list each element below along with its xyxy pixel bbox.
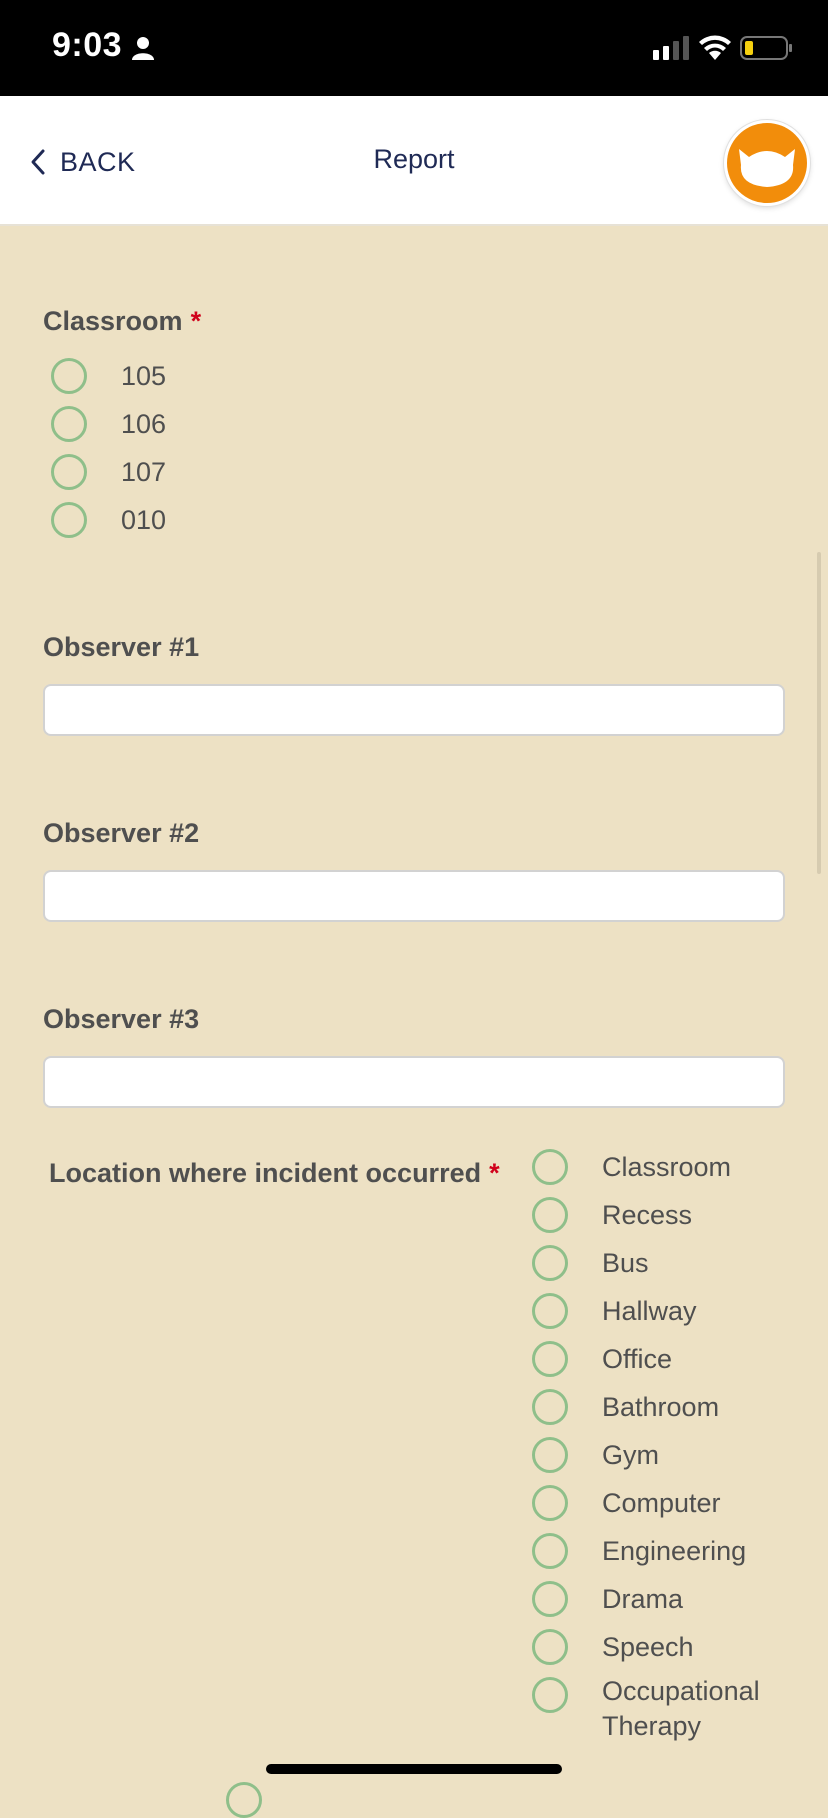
radio-button[interactable] bbox=[532, 1677, 568, 1713]
radio-label: Gym bbox=[602, 1439, 659, 1470]
cat-logo-icon bbox=[739, 149, 795, 187]
page-title: Report bbox=[373, 144, 455, 174]
radio-button[interactable] bbox=[532, 1341, 568, 1377]
avatar[interactable] bbox=[724, 120, 810, 206]
observer1-label: Observer #1 bbox=[43, 632, 200, 662]
location-option-hallway[interactable]: Hallway bbox=[532, 1290, 697, 1332]
location-option-occupational-therapy[interactable]: Occupational Therapy bbox=[532, 1674, 792, 1744]
radio-label: 106 bbox=[121, 408, 167, 439]
radio-button[interactable] bbox=[51, 358, 87, 394]
location-option-drama[interactable]: Drama bbox=[532, 1578, 683, 1620]
location-option-bathroom[interactable]: Bathroom bbox=[532, 1386, 719, 1428]
radio-option-107[interactable]: 107 bbox=[51, 451, 166, 493]
radio-label: Bathroom bbox=[602, 1391, 720, 1422]
location-option-gym[interactable]: Gym bbox=[532, 1434, 659, 1476]
observer2-label: Observer #2 bbox=[43, 818, 200, 848]
radio-label: Occupational Therapy bbox=[602, 1676, 760, 1741]
radio-button[interactable] bbox=[532, 1437, 568, 1473]
required-mark: * bbox=[489, 1158, 500, 1188]
radio-label: Hallway bbox=[602, 1295, 697, 1326]
radio-label: Drama bbox=[602, 1583, 684, 1614]
radio-label: Recess bbox=[602, 1199, 693, 1230]
radio-button[interactable] bbox=[226, 1782, 262, 1818]
location-option-classroom[interactable]: Classroom bbox=[532, 1146, 731, 1188]
radio-button[interactable] bbox=[51, 454, 87, 490]
radio-button[interactable] bbox=[532, 1245, 568, 1281]
radio-label: 010 bbox=[121, 504, 167, 535]
radio-button[interactable] bbox=[532, 1533, 568, 1569]
required-mark: * bbox=[190, 306, 202, 336]
location-option-speech[interactable]: Speech bbox=[532, 1626, 694, 1668]
radio-button[interactable] bbox=[532, 1293, 568, 1329]
scroll-indicator[interactable] bbox=[817, 552, 821, 874]
observer1-input[interactable] bbox=[43, 684, 785, 736]
nav-bar: BACK Report bbox=[0, 96, 828, 226]
radio-label: Bus bbox=[602, 1247, 649, 1278]
classroom-label: Classroom * bbox=[43, 306, 201, 337]
location-option-engineering[interactable]: Engineering bbox=[532, 1530, 746, 1572]
home-indicator bbox=[266, 1764, 562, 1774]
observer3-input[interactable] bbox=[43, 1056, 785, 1108]
radio-button[interactable] bbox=[532, 1485, 568, 1521]
radio-label: 105 bbox=[121, 360, 167, 391]
cellular-signal-icon bbox=[653, 36, 689, 65]
observer3-label: Observer #3 bbox=[43, 1004, 200, 1034]
radio-label: Office bbox=[602, 1343, 673, 1374]
radio-option-105[interactable]: 105 bbox=[51, 355, 166, 397]
radio-button[interactable] bbox=[51, 502, 87, 538]
location-label: Location where incident occurred * bbox=[49, 1158, 500, 1189]
radio-label: Computer bbox=[602, 1487, 721, 1518]
radio-button[interactable] bbox=[51, 406, 87, 442]
radio-button[interactable] bbox=[532, 1149, 568, 1185]
location-option-computer[interactable]: Computer bbox=[532, 1482, 721, 1524]
radio-button[interactable] bbox=[532, 1389, 568, 1425]
location-label-text: Location where incident occurred bbox=[49, 1158, 482, 1188]
battery-icon bbox=[740, 36, 794, 65]
radio-label: Engineering bbox=[602, 1535, 747, 1566]
location-option-office[interactable]: Office bbox=[532, 1338, 672, 1380]
location-option-recess[interactable]: Recess bbox=[532, 1194, 692, 1236]
classroom-label-text: Classroom bbox=[43, 306, 183, 336]
wifi-icon bbox=[698, 34, 732, 65]
radio-label: Speech bbox=[602, 1631, 694, 1662]
radio-label: Classroom bbox=[602, 1151, 732, 1182]
radio-option-106[interactable]: 106 bbox=[51, 403, 166, 445]
location-option-bus[interactable]: Bus bbox=[532, 1242, 649, 1284]
radio-label: 107 bbox=[121, 456, 167, 487]
radio-option-010[interactable]: 010 bbox=[51, 499, 166, 541]
status-bar: 9:03 bbox=[0, 0, 828, 96]
radio-button[interactable] bbox=[532, 1581, 568, 1617]
person-icon bbox=[132, 36, 154, 65]
observer2-input[interactable] bbox=[43, 870, 785, 922]
radio-button[interactable] bbox=[532, 1197, 568, 1233]
status-time: 9:03 bbox=[52, 26, 123, 64]
radio-button[interactable] bbox=[532, 1629, 568, 1665]
